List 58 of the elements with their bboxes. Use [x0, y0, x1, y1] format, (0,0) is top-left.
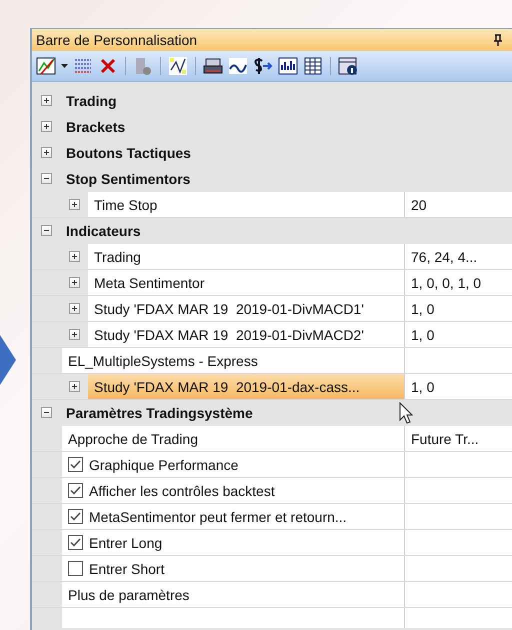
- property-name[interactable]: Trading: [88, 244, 404, 269]
- window-title: Barre de Personnalisation: [36, 32, 198, 48]
- checkbox-label: Afficher les contrôles backtest: [89, 482, 275, 498]
- caret-icon[interactable]: [61, 64, 68, 68]
- bar-chart-icon[interactable]: [278, 56, 298, 76]
- grid-icon[interactable]: [303, 56, 323, 76]
- expand-icon[interactable]: [40, 95, 52, 106]
- section-header[interactable]: Paramètres Tradingsystème: [60, 400, 253, 425]
- expand-icon[interactable]: [68, 381, 80, 392]
- checkbox[interactable]: [68, 483, 83, 498]
- section-header[interactable]: Boutons Tactiques: [60, 140, 191, 165]
- section-header[interactable]: Stop Sentimentors: [60, 166, 190, 191]
- property-value[interactable]: 1, 0: [404, 296, 512, 321]
- chart-icon[interactable]: [36, 56, 56, 76]
- property-name[interactable]: Study 'FDAX MAR 19 2019-01-DivMACD1': [88, 296, 404, 321]
- expand-icon[interactable]: [68, 277, 80, 288]
- property-value[interactable]: 1, 0: [404, 374, 512, 399]
- dollar-arrow-icon[interactable]: [253, 56, 273, 76]
- arrow-drawing: [0, 335, 16, 385]
- line-chart-icon[interactable]: [168, 56, 188, 76]
- property-value[interactable]: 20: [404, 192, 512, 217]
- mouse-cursor-icon: [399, 402, 413, 424]
- property-name[interactable]: Time Stop: [88, 192, 404, 217]
- collapse-icon[interactable]: [40, 225, 52, 236]
- property-name[interactable]: Meta Sentimentor: [88, 270, 404, 295]
- wave-icon[interactable]: [228, 56, 248, 76]
- property-value[interactable]: 1, 0, 0, 1, 0: [404, 270, 512, 295]
- property-name[interactable]: Plus de paramètres: [62, 582, 404, 607]
- checkbox[interactable]: [68, 509, 83, 524]
- collapse-icon[interactable]: [40, 173, 52, 184]
- property-value[interactable]: Future Tr...: [404, 426, 512, 451]
- property-name[interactable]: Study 'FDAX MAR 19 2019-01-dax-cass...: [88, 374, 404, 399]
- property-name[interactable]: Study 'FDAX MAR 19 2019-01-DivMACD2': [88, 322, 404, 347]
- section-header[interactable]: Trading: [60, 88, 117, 113]
- property-value[interactable]: 1, 0: [404, 322, 512, 347]
- section-header[interactable]: Brackets: [60, 114, 126, 139]
- property-name[interactable]: EL_MultipleSystems - Express: [62, 348, 404, 373]
- pin-icon[interactable]: [494, 34, 502, 46]
- checkbox[interactable]: [68, 457, 83, 472]
- collapse-icon[interactable]: [40, 407, 52, 418]
- expand-icon[interactable]: [40, 121, 52, 132]
- checkbox-label: MetaSentimentor peut fermer et retourn...: [89, 508, 347, 524]
- checkbox-label: Entrer Long: [89, 534, 162, 550]
- checkbox[interactable]: [68, 535, 83, 550]
- delete-icon[interactable]: [98, 56, 118, 76]
- expand-icon[interactable]: [68, 199, 80, 210]
- printer-icon[interactable]: [203, 56, 223, 76]
- expand-icon[interactable]: [68, 303, 80, 314]
- checkbox-label: Graphique Performance: [89, 456, 238, 472]
- checkbox[interactable]: [68, 561, 83, 576]
- property-name[interactable]: Approche de Trading: [62, 426, 404, 451]
- expand-icon[interactable]: [40, 147, 52, 158]
- expand-icon[interactable]: [68, 251, 80, 262]
- expand-icon[interactable]: [68, 329, 80, 340]
- property-value[interactable]: 76, 24, 4...: [404, 244, 512, 269]
- table-info-icon[interactable]: [338, 56, 358, 76]
- checkbox-label: Entrer Short: [89, 560, 164, 576]
- section-header[interactable]: Indicateurs: [60, 218, 141, 243]
